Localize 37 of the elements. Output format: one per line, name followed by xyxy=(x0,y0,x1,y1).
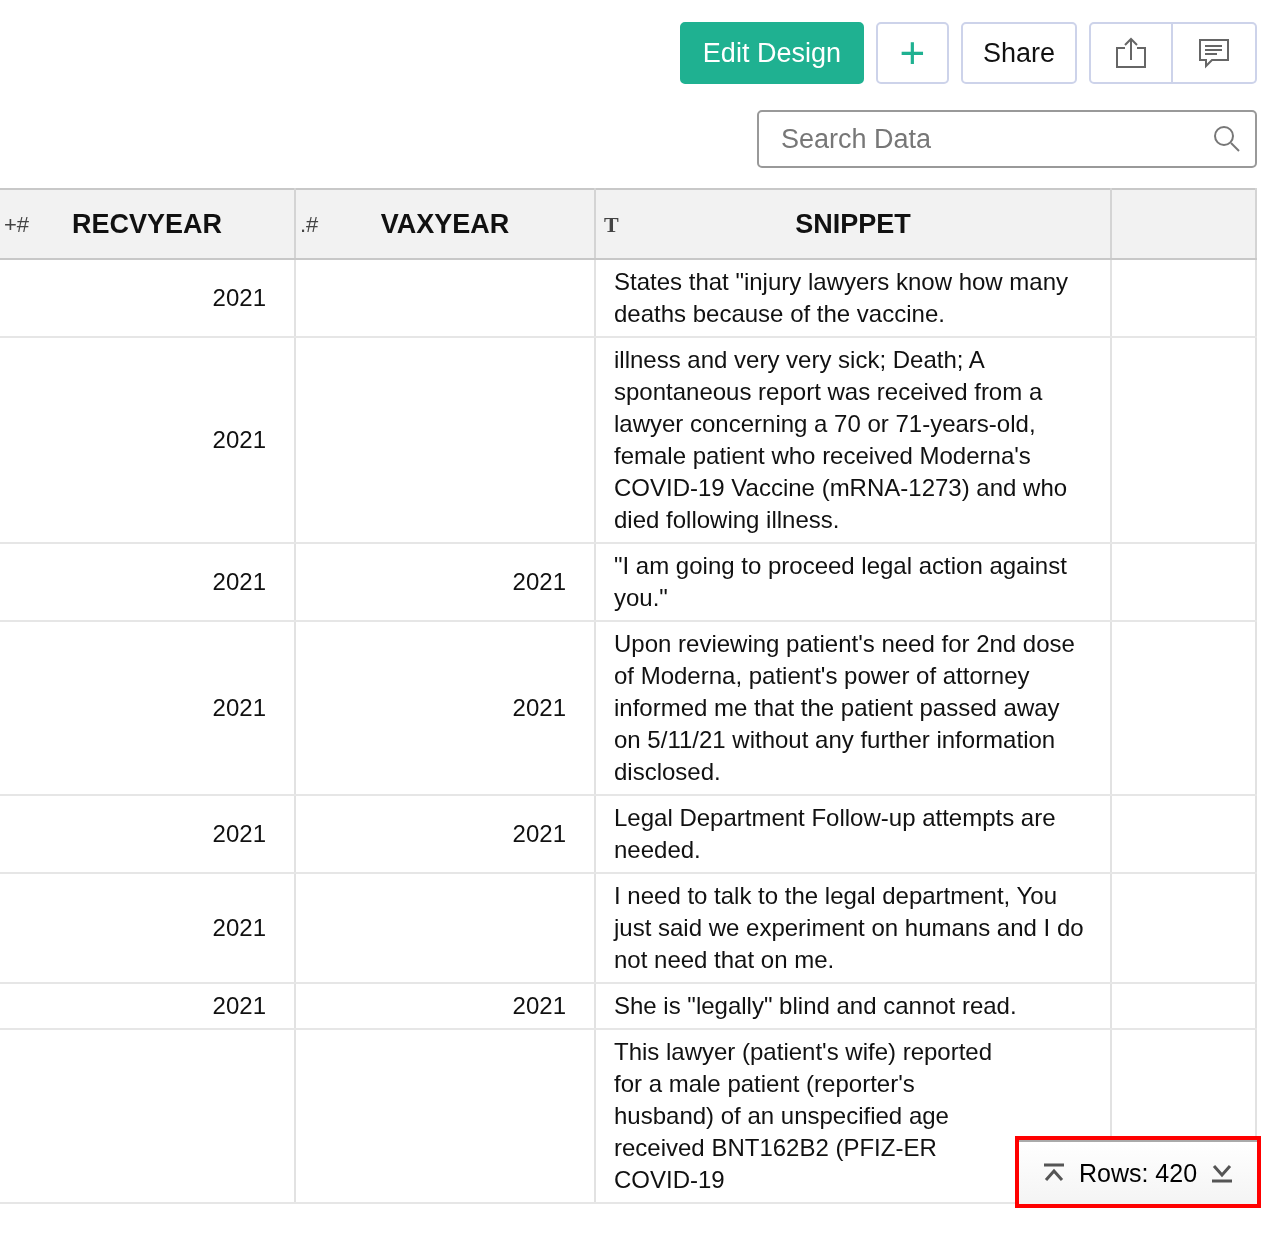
export-icon xyxy=(1114,36,1148,70)
table-cell: 2021 xyxy=(0,983,295,1029)
scroll-top-icon[interactable] xyxy=(1042,1163,1065,1183)
table-cell: 2021 xyxy=(0,621,295,795)
table-cell: Legal Department Follow-up attempts are needed. xyxy=(595,795,1111,873)
table-cell: 2021 xyxy=(0,795,295,873)
table-cell: She is "legally" blind and cannot read. xyxy=(595,983,1111,1029)
table-cell: "I am going to proceed legal action against you." xyxy=(595,543,1111,621)
column-header[interactable]: +# RECVYEAR xyxy=(0,189,295,259)
search-icon xyxy=(1213,125,1241,153)
table-cell: 2021 xyxy=(0,259,295,337)
row-count: Rows: 420 xyxy=(1078,1158,1198,1188)
export-button[interactable] xyxy=(1089,22,1173,84)
search-box[interactable]: Search Data xyxy=(757,110,1257,168)
column-type-label: .# xyxy=(300,212,319,238)
table-cell: 2021 xyxy=(295,795,595,873)
table-cell: 2021 xyxy=(0,337,295,543)
table-cell: 2021 xyxy=(0,543,295,621)
column-type-label: +# xyxy=(4,212,30,238)
scroll-bottom-icon[interactable] xyxy=(1211,1163,1234,1183)
table-cell: illness and very very sick; Death; A spontaneous report was received from a lawyer concerning a 70 or 71-years-old, female patient who received Moderna's COVID-19 Vaccine (mRNA-1273) and who died following illness. xyxy=(595,337,1111,543)
table-cell: Upon reviewing patient's need for 2nd dose of Moderna, patient's power of attorney informed me that the patient passed away on 5/11/21 without any further information disclosed. xyxy=(595,621,1111,795)
table-cell: 2021 xyxy=(295,543,595,621)
column-title: VAXYEAR xyxy=(380,208,510,239)
column-title: RECVYEAR xyxy=(72,208,222,239)
column-header[interactable]: T SNIPPET xyxy=(595,189,1111,259)
share-button[interactable]: Share xyxy=(960,22,1077,84)
table-cell: 2021 xyxy=(295,983,595,1029)
column-header[interactable]: .# VAXYEAR xyxy=(295,189,595,259)
table-cell: 2021 xyxy=(295,621,595,795)
table-cell: States that "injury lawyers know how many deaths because of the vaccine. xyxy=(595,259,1111,337)
comment-icon xyxy=(1198,37,1230,69)
column-title: SNIPPET xyxy=(795,208,911,239)
column-type-label: T xyxy=(604,212,619,238)
table-cell: 2021 xyxy=(0,873,295,983)
table-cell: I need to talk to the legal department, You just said we experiment on humans and I do not need that on me. xyxy=(595,873,1111,983)
comment-button[interactable] xyxy=(1173,22,1257,84)
